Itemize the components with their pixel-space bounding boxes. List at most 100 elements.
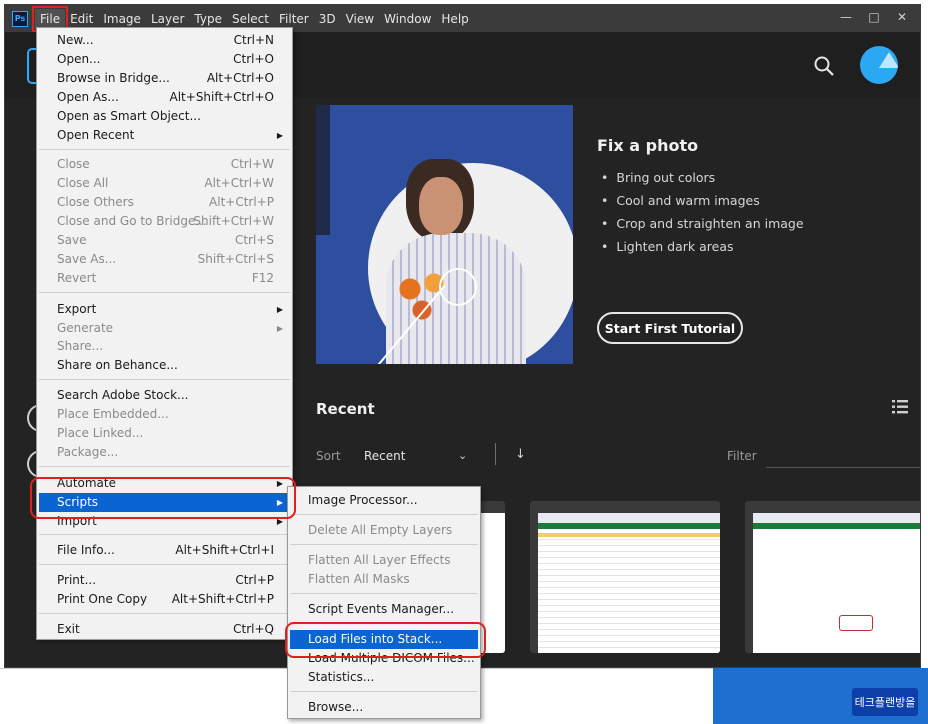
menu-item-automate[interactable]: Automate ▶	[39, 474, 290, 493]
menu-item-label: File Info...	[57, 543, 115, 557]
submenu-arrow-icon: ▶	[276, 131, 283, 140]
menu-item-import[interactable]: Import ▶	[39, 512, 290, 531]
window-controls: — □ ✕	[834, 8, 914, 26]
menu-item-delete-empty-layers[interactable]: Delete All Empty Layers	[290, 521, 478, 540]
photoshop-logo-icon: Ps	[12, 10, 28, 27]
divider	[495, 443, 496, 465]
menu-separator	[39, 379, 290, 380]
menu-separator	[290, 514, 478, 515]
menu-item-package[interactable]: Package...	[39, 443, 290, 462]
menu-item-close-all[interactable]: Close All Alt+Ctrl+W	[39, 174, 290, 193]
menu-item-print[interactable]: Print... Ctrl+P	[39, 571, 290, 590]
menu-item-flatten-layer-effects[interactable]: Flatten All Layer Effects	[290, 551, 478, 570]
thumbnail-page	[753, 513, 920, 653]
menu-item-open[interactable]: Open... Ctrl+O	[39, 50, 290, 69]
menu-item-label: Share on Behance...	[57, 358, 178, 372]
menu-item-label: Browse...	[308, 700, 364, 714]
desktop-wallpaper: 테크플랜방을	[713, 668, 928, 724]
thumbnail-tabs	[753, 513, 920, 523]
menu-item-close-go-to-bridge[interactable]: Close and Go to Bridge... Shift+Ctrl+W	[39, 212, 290, 231]
hero-bullet: Bring out colors	[601, 170, 804, 193]
menu-item-new[interactable]: New... Ctrl+N	[39, 31, 290, 50]
menu-item-label: Load Multiple DICOM Files...	[308, 651, 475, 665]
menu-view[interactable]: View	[341, 9, 379, 29]
menu-item-image-processor[interactable]: Image Processor...	[290, 491, 478, 510]
filter-input[interactable]	[766, 438, 920, 468]
highlight-row	[538, 533, 720, 537]
menu-layer[interactable]: Layer	[146, 9, 189, 29]
menu-item-share[interactable]: Share...	[39, 337, 290, 356]
menu-item-file-info[interactable]: File Info... Alt+Shift+Ctrl+I	[39, 541, 290, 560]
menu-item-load-files-into-stack[interactable]: Load Files into Stack...	[290, 630, 478, 649]
menu-item-place-embedded[interactable]: Place Embedded...	[39, 405, 290, 424]
menu-item-open-smart-object[interactable]: Open as Smart Object...	[39, 107, 290, 126]
menu-type[interactable]: Type	[189, 9, 227, 29]
menu-item-label: Exit	[57, 622, 80, 636]
maximize-button[interactable]: □	[862, 8, 886, 26]
menu-item-open-as[interactable]: Open As... Alt+Shift+Ctrl+O	[39, 88, 290, 107]
menu-separator	[39, 149, 290, 150]
recent-file-thumbnail[interactable]	[530, 501, 720, 653]
menu-item-script-events-manager[interactable]: Script Events Manager...	[290, 600, 478, 619]
hero-bullet-list: Bring out colors Cool and warm images Cr…	[601, 170, 804, 262]
menu-file[interactable]: File	[31, 5, 69, 32]
menu-separator	[290, 593, 478, 594]
menu-item-close-others[interactable]: Close Others Alt+Ctrl+P	[39, 193, 290, 212]
menu-select[interactable]: Select	[227, 9, 274, 29]
menu-separator	[39, 564, 290, 565]
chevron-down-icon[interactable]: ⌄	[458, 449, 467, 462]
menu-item-generate[interactable]: Generate ▶	[39, 319, 290, 338]
submenu-arrow-icon: ▶	[276, 324, 283, 333]
menu-item-exit[interactable]: Exit Ctrl+Q	[39, 620, 290, 639]
menu-item-shortcut: Alt+Ctrl+W	[204, 176, 274, 190]
highlight-box	[839, 615, 873, 631]
filter-label: Filter	[727, 449, 757, 463]
thumbnail-tabs	[538, 513, 720, 523]
hero-title: Fix a photo	[597, 136, 699, 155]
menu-item-browse-in-bridge[interactable]: Browse in Bridge... Alt+Ctrl+O	[39, 69, 290, 88]
menu-help[interactable]: Help	[436, 9, 473, 29]
menu-item-place-linked[interactable]: Place Linked...	[39, 424, 290, 443]
menu-item-open-recent[interactable]: Open Recent ▶	[39, 126, 290, 145]
menu-item-label: Browse in Bridge...	[57, 71, 170, 85]
menu-item-label: Save As...	[57, 252, 117, 266]
menu-item-revert[interactable]: Revert F12	[39, 269, 290, 288]
sort-dropdown[interactable]: Recent	[364, 449, 405, 463]
menu-item-browse[interactable]: Browse...	[290, 698, 478, 717]
menu-item-scripts[interactable]: Scripts ▶	[39, 493, 290, 512]
menu-separator	[290, 544, 478, 545]
menu-window[interactable]: Window	[379, 9, 436, 29]
menu-item-shortcut: Ctrl+N	[233, 33, 274, 47]
menu-item-label: Flatten All Layer Effects	[308, 553, 451, 567]
search-icon[interactable]	[812, 54, 836, 78]
list-view-icon[interactable]	[892, 400, 908, 414]
menu-edit[interactable]: Edit	[65, 9, 98, 29]
menu-item-close[interactable]: Close Ctrl+W	[39, 155, 290, 174]
file-menu: New... Ctrl+N Open... Ctrl+O Browse in Bri…	[36, 27, 293, 640]
menu-item-save[interactable]: Save Ctrl+S	[39, 231, 290, 250]
menu-item-statistics[interactable]: Statistics...	[290, 668, 478, 687]
avatar[interactable]	[860, 46, 898, 84]
close-button[interactable]: ✕	[890, 8, 914, 26]
menu-filter[interactable]: Filter	[274, 9, 314, 29]
menu-item-flatten-masks[interactable]: Flatten All Masks	[290, 570, 478, 589]
menu-image[interactable]: Image	[98, 9, 146, 29]
menu-item-save-as[interactable]: Save As... Shift+Ctrl+S	[39, 250, 290, 269]
menu-item-load-dicom-files[interactable]: Load Multiple DICOM Files...	[290, 649, 478, 668]
menu-item-label: New...	[57, 33, 94, 47]
arrow-down-icon[interactable]: ↓	[515, 447, 526, 462]
menu-item-print-one-copy[interactable]: Print One Copy Alt+Shift+Ctrl+P	[39, 590, 290, 609]
menu-item-export[interactable]: Export ▶	[39, 300, 290, 319]
start-tutorial-button[interactable]: Start First Tutorial	[597, 312, 743, 344]
menu-item-search-adobe-stock[interactable]: Search Adobe Stock...	[39, 386, 290, 405]
menu-item-label: Statistics...	[308, 670, 375, 684]
minimize-button[interactable]: —	[834, 8, 858, 26]
menu-3d[interactable]: 3D	[314, 9, 341, 29]
menu-item-label: Search Adobe Stock...	[57, 388, 189, 402]
menu-item-label: Revert	[57, 271, 97, 285]
menu-item-shortcut: Alt+Shift+Ctrl+P	[171, 592, 274, 606]
menu-item-label: Generate	[57, 321, 114, 335]
menu-item-share-on-behance[interactable]: Share on Behance...	[39, 356, 290, 375]
menu-item-shortcut: F12	[251, 271, 274, 285]
recent-file-thumbnail[interactable]	[745, 501, 920, 653]
